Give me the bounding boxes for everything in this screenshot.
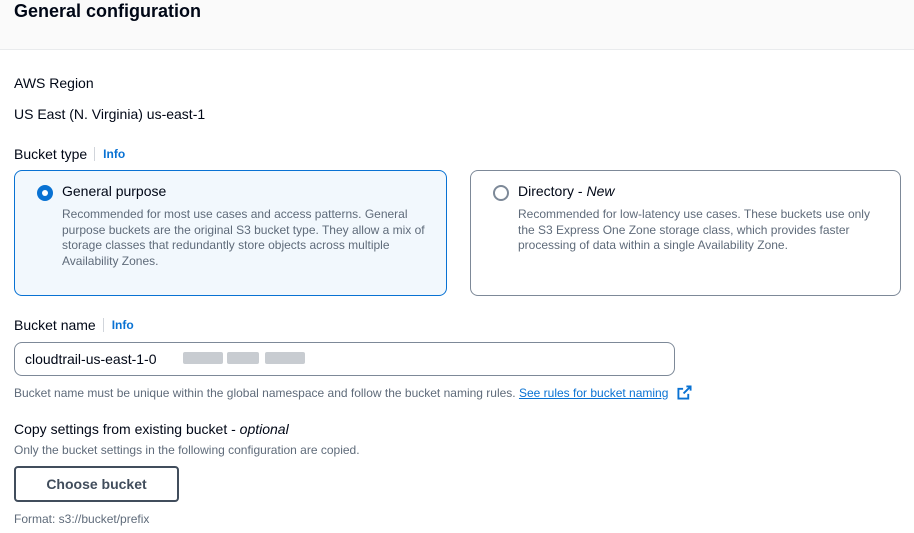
section-title: General configuration (14, 1, 202, 21)
directory-description: Recommended for low-latency use cases. T… (518, 207, 870, 252)
directory-title-text: Directory - (518, 183, 587, 199)
redacted-text-block (183, 352, 223, 364)
bucket-naming-rules-link[interactable]: See rules for bucket naming (519, 386, 668, 400)
bucket-name-label: Bucket name (14, 317, 96, 333)
general-purpose-title: General purpose (62, 183, 166, 199)
general-purpose-title-text: General purpose (62, 183, 167, 199)
bucket-type-label: Bucket type (14, 146, 88, 162)
radio-selected-icon[interactable] (37, 185, 53, 201)
choose-bucket-button[interactable]: Choose bucket (14, 466, 179, 502)
optional-tag: optional (239, 421, 289, 437)
directory-title: Directory - New (518, 183, 614, 199)
bucket-name-info-link[interactable]: Info (102, 318, 134, 332)
section-header: General configuration (0, 0, 914, 50)
copy-settings-label-text: Copy settings from existing bucket - (14, 421, 240, 437)
redacted-text-block (265, 352, 305, 364)
bucket-name-input[interactable]: cloudtrail-us-east-1-0 (14, 342, 675, 376)
new-badge: New (586, 183, 615, 199)
bucket-type-general-purpose-card[interactable]: General purpose Recommended for most use… (14, 170, 447, 296)
bucket-name-help: Bucket name must be unique within the gl… (14, 385, 692, 400)
bucket-type-directory-card[interactable]: Directory - New Recommended for low-late… (470, 170, 901, 296)
general-purpose-description: Recommended for most use cases and acces… (62, 207, 425, 268)
bucket-name-help-text: Bucket name must be unique within the gl… (14, 386, 516, 400)
copy-settings-label: Copy settings from existing bucket - opt… (14, 421, 289, 437)
redacted-text-block (227, 352, 259, 364)
radio-unselected-icon[interactable] (493, 185, 509, 201)
bucket-name-label-row: Bucket name Info (14, 317, 134, 333)
bucket-format-hint: Format: s3://bucket/prefix (14, 512, 150, 526)
copy-settings-description: Only the bucket settings in the followin… (14, 443, 360, 457)
external-link-icon[interactable] (677, 385, 692, 400)
region-label: AWS Region (14, 75, 94, 91)
bucket-type-info-link[interactable]: Info (94, 147, 125, 161)
bucket-name-value: cloudtrail-us-east-1-0 (25, 351, 157, 367)
region-value: US East (N. Virginia) us-east-1 (14, 106, 206, 122)
bucket-type-label-row: Bucket type Info (14, 146, 125, 162)
